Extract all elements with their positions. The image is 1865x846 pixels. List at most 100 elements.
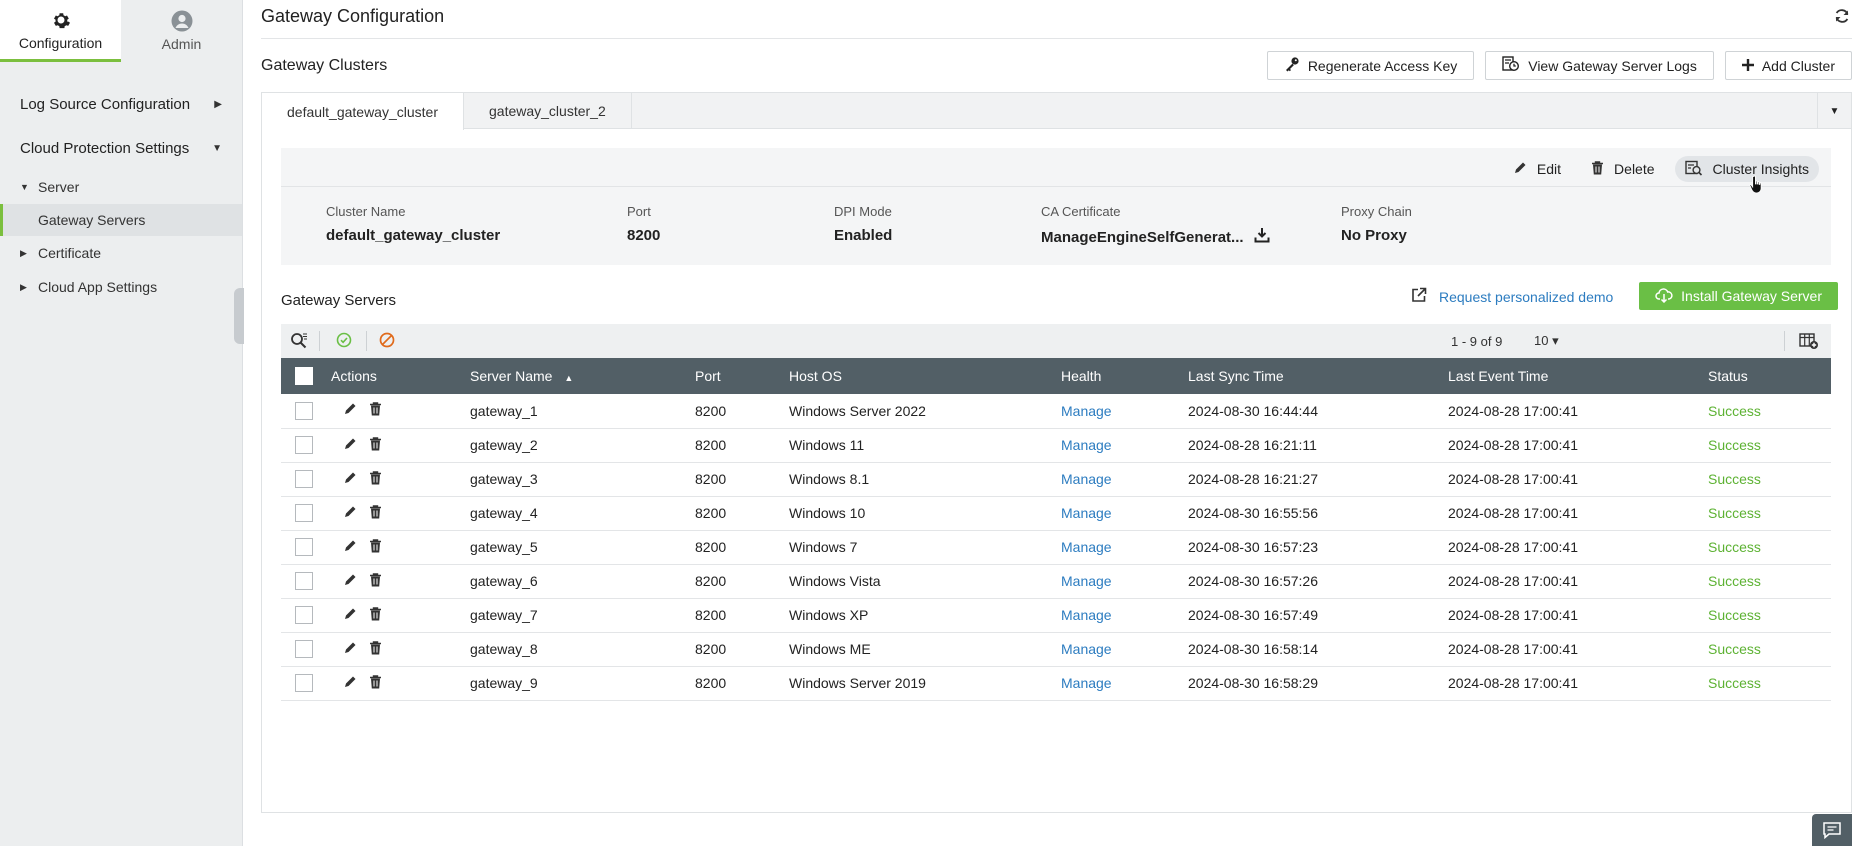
chat-icon[interactable]: [1812, 814, 1852, 846]
sidebar-collapse-handle[interactable]: [234, 288, 244, 344]
table-row[interactable]: gateway_7 8200 Windows XP Manage 2024-08…: [281, 598, 1831, 633]
trash-icon[interactable]: [369, 504, 382, 522]
pencil-icon[interactable]: [343, 437, 357, 454]
table-row[interactable]: gateway_8 8200 Windows ME Manage 2024-08…: [281, 632, 1831, 667]
delete-button[interactable]: Delete: [1581, 156, 1664, 182]
tab-label: Admin: [161, 36, 202, 52]
last-sync-time-cell: 2024-08-30 16:44:44: [1188, 394, 1448, 429]
button-label: View Gateway Server Logs: [1528, 57, 1697, 74]
last-event-time-cell: 2024-08-28 17:00:41: [1448, 428, 1708, 463]
edit-button[interactable]: Edit: [1503, 156, 1571, 182]
sidebar-item-label: Cloud App Settings: [38, 279, 158, 295]
pencil-icon[interactable]: [343, 402, 357, 419]
manage-health-link[interactable]: Manage: [1061, 573, 1112, 589]
trash-icon[interactable]: [369, 572, 382, 590]
tab-admin[interactable]: Admin: [121, 0, 242, 62]
server-name-cell: gateway_2: [470, 428, 695, 463]
pencil-icon[interactable]: [343, 505, 357, 522]
table-header-row: Actions Server Name ▲ Port Host OS Healt…: [281, 358, 1831, 394]
port-cell: 8200: [695, 666, 789, 701]
table-row[interactable]: gateway_6 8200 Windows Vista Manage 2024…: [281, 564, 1831, 599]
server-name-cell: gateway_5: [470, 530, 695, 565]
trash-icon[interactable]: [369, 436, 382, 454]
trash-icon[interactable]: [369, 674, 382, 692]
row-checkbox[interactable]: [295, 470, 313, 488]
sidebar-item-label: Server: [38, 179, 80, 195]
trash-icon[interactable]: [369, 640, 382, 658]
enable-icon[interactable]: [336, 332, 354, 350]
column-chooser-icon[interactable]: [1799, 332, 1819, 350]
manage-health-link[interactable]: Manage: [1061, 675, 1112, 691]
refresh-icon[interactable]: [1834, 8, 1852, 26]
tab-gateway-cluster-2[interactable]: gateway_cluster_2: [464, 93, 632, 129]
port-cell: 8200: [695, 428, 789, 463]
row-checkbox[interactable]: [295, 401, 313, 420]
row-checkbox[interactable]: [295, 572, 313, 590]
cluster-insights-button[interactable]: Cluster Insights: [1674, 156, 1819, 182]
row-checkbox[interactable]: [295, 674, 313, 692]
request-demo-link[interactable]: Request personalized demo: [1411, 287, 1613, 306]
column-header-actions: Actions: [331, 358, 470, 394]
sidebar-item-cloud-app-settings[interactable]: ▶ Cloud App Settings: [0, 270, 242, 304]
column-header-server-name[interactable]: Server Name ▲: [470, 358, 695, 394]
host-os-cell: Windows ME: [789, 632, 1061, 667]
pencil-icon[interactable]: [343, 675, 357, 692]
sidebar-item-server[interactable]: ▼ Server: [0, 170, 242, 204]
pencil-icon[interactable]: [343, 607, 357, 624]
plus-icon: [1741, 58, 1754, 74]
install-gateway-server-button[interactable]: Install Gateway Server: [1639, 282, 1838, 310]
sidebar-item-log-source[interactable]: Log Source Configuration ▶: [0, 82, 242, 126]
dpi-mode-value: Enabled: [834, 227, 893, 244]
caret-right-icon: ▶: [214, 98, 222, 110]
disable-icon[interactable]: [379, 332, 397, 350]
manage-health-link[interactable]: Manage: [1061, 539, 1112, 555]
table-row[interactable]: gateway_9 8200 Windows Server 2019 Manag…: [281, 666, 1831, 701]
trash-icon[interactable]: [369, 470, 382, 488]
table-row[interactable]: gateway_5 8200 Windows 7 Manage 2024-08-…: [281, 530, 1831, 565]
cluster-detail-actions: Edit Delete Cluster Insights: [1503, 156, 1819, 182]
sidebar-item-certificate[interactable]: ▶ Certificate: [0, 236, 242, 270]
column-header-label: Server Name: [470, 368, 553, 384]
row-checkbox[interactable]: [295, 640, 313, 658]
manage-health-link[interactable]: Manage: [1061, 607, 1112, 623]
manage-health-link[interactable]: Manage: [1061, 403, 1112, 419]
manage-health-link[interactable]: Manage: [1061, 641, 1112, 657]
download-icon[interactable]: [1254, 227, 1270, 247]
pencil-icon[interactable]: [343, 539, 357, 556]
select-all-checkbox[interactable]: [295, 367, 313, 385]
table-row[interactable]: gateway_3 8200 Windows 8.1 Manage 2024-0…: [281, 462, 1831, 497]
sidebar-item-gateway-servers[interactable]: Gateway Servers: [0, 204, 242, 236]
pencil-icon[interactable]: [343, 471, 357, 488]
manage-health-link[interactable]: Manage: [1061, 437, 1112, 453]
row-checkbox[interactable]: [295, 504, 313, 522]
regenerate-access-key-button[interactable]: Regenerate Access Key: [1266, 51, 1475, 80]
trash-icon[interactable]: [369, 606, 382, 624]
search-icon[interactable]: [290, 332, 308, 350]
table-body: gateway_1 8200 Windows Server 2022 Manag…: [281, 394, 1831, 701]
row-checkbox[interactable]: [295, 436, 313, 454]
caret-down-icon: ▼: [212, 142, 222, 154]
table-row[interactable]: gateway_1 8200 Windows Server 2022 Manag…: [281, 394, 1831, 429]
table-row[interactable]: gateway_4 8200 Windows 10 Manage 2024-08…: [281, 496, 1831, 531]
port-cell: 8200: [695, 394, 789, 429]
row-checkbox[interactable]: [295, 606, 313, 624]
view-gateway-server-logs-button[interactable]: View Gateway Server Logs: [1485, 51, 1714, 80]
manage-health-link[interactable]: Manage: [1061, 471, 1112, 487]
table-row[interactable]: gateway_2 8200 Windows 11 Manage 2024-08…: [281, 428, 1831, 463]
last-event-time-cell: 2024-08-28 17:00:41: [1448, 496, 1708, 531]
row-checkbox[interactable]: [295, 538, 313, 556]
trash-icon[interactable]: [369, 402, 382, 419]
column-header-status: Status: [1708, 358, 1831, 394]
sidebar-item-label: Cloud Protection Settings: [20, 139, 190, 157]
trash-icon[interactable]: [369, 538, 382, 556]
chevron-down-icon[interactable]: ▼: [1817, 93, 1851, 129]
pencil-icon[interactable]: [343, 573, 357, 590]
add-cluster-button[interactable]: Add Cluster: [1724, 51, 1852, 80]
sidebar-item-cloud-protection[interactable]: Cloud Protection Settings ▼: [0, 126, 242, 170]
manage-health-link[interactable]: Manage: [1061, 505, 1112, 521]
pencil-icon[interactable]: [343, 641, 357, 658]
tab-default-gateway-cluster[interactable]: default_gateway_cluster: [262, 93, 464, 130]
tab-configuration[interactable]: Configuration: [0, 0, 121, 62]
per-page-select[interactable]: 10 ▾: [1534, 333, 1559, 349]
gateway-servers-table: Actions Server Name ▲ Port Host OS Healt…: [281, 358, 1831, 701]
